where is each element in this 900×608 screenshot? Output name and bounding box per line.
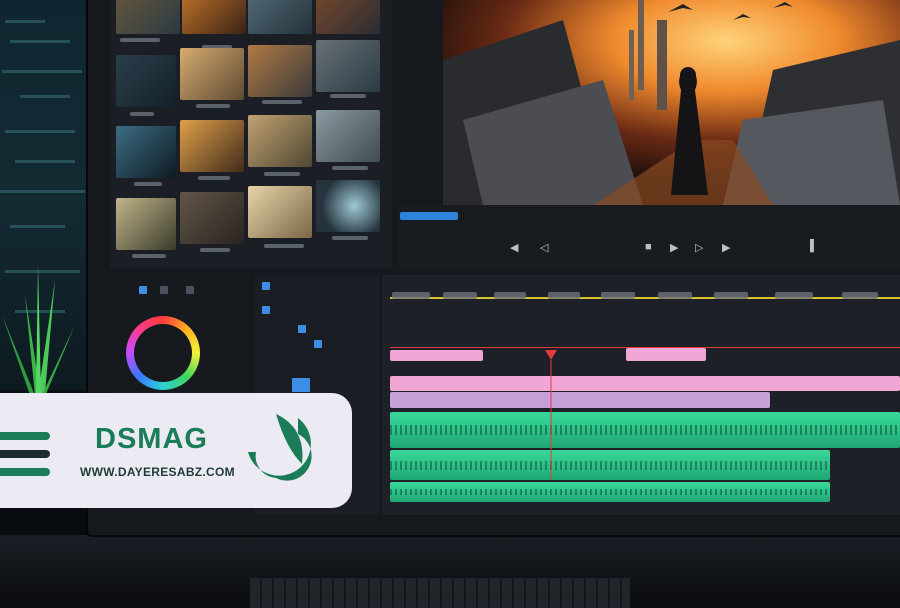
audio-clip[interactable] bbox=[390, 482, 830, 502]
ruler-tick-label bbox=[443, 292, 477, 299]
timecode-selection[interactable] bbox=[400, 212, 458, 220]
thumbnail-label bbox=[132, 254, 166, 258]
color-tool-button[interactable] bbox=[139, 286, 147, 294]
ruler-tick-label bbox=[548, 292, 580, 299]
color-tool-button[interactable] bbox=[186, 286, 194, 294]
preview-frame-image bbox=[443, 0, 900, 205]
skip-forward-icon[interactable]: ▶ bbox=[722, 241, 730, 254]
color-tool-button[interactable] bbox=[160, 286, 168, 294]
ruler-tick-label bbox=[601, 292, 635, 299]
thumbnail-label bbox=[262, 100, 302, 104]
ruler-tick-label bbox=[494, 292, 526, 299]
thumbnail-label bbox=[198, 176, 230, 180]
brand-url: WWW.DAYERESABZ.COM bbox=[80, 465, 235, 479]
media-thumbnail[interactable] bbox=[116, 0, 180, 34]
media-thumbnail[interactable] bbox=[180, 48, 244, 100]
ruler-tick-label bbox=[842, 292, 878, 299]
media-thumbnail[interactable] bbox=[316, 110, 380, 162]
hamburger-menu-icon-bar bbox=[0, 468, 50, 476]
media-thumbnail[interactable] bbox=[248, 45, 312, 97]
step-back-icon[interactable]: ◁ bbox=[540, 241, 548, 254]
hamburger-menu-icon bbox=[0, 432, 50, 440]
ruler-tick-label bbox=[775, 292, 813, 299]
play-icon[interactable]: ▶ bbox=[670, 241, 678, 254]
ruler-tick-label bbox=[658, 292, 692, 299]
media-thumbnail[interactable] bbox=[248, 115, 312, 167]
media-thumbnail[interactable] bbox=[316, 40, 380, 92]
audio-clip[interactable] bbox=[390, 412, 900, 448]
media-thumbnail[interactable] bbox=[316, 180, 380, 232]
media-bin-panel bbox=[110, 0, 392, 268]
media-thumbnail[interactable] bbox=[316, 0, 380, 34]
loop-icon[interactable]: ▌ bbox=[810, 240, 818, 252]
thumbnail-label bbox=[200, 248, 230, 252]
media-thumbnail[interactable] bbox=[182, 0, 246, 34]
thumbnail-label bbox=[332, 166, 368, 170]
thumbnail-label bbox=[130, 112, 154, 116]
thumbnail-label bbox=[264, 244, 304, 248]
playhead[interactable] bbox=[545, 350, 557, 480]
video-clip[interactable] bbox=[626, 348, 706, 361]
media-thumbnail[interactable] bbox=[180, 120, 244, 172]
media-thumbnail[interactable] bbox=[116, 126, 176, 178]
thumbnail-label bbox=[120, 38, 160, 42]
audio-clip[interactable] bbox=[390, 450, 830, 480]
track-header-button[interactable] bbox=[314, 340, 322, 348]
leaf-logo-icon bbox=[248, 414, 312, 481]
program-preview[interactable] bbox=[443, 0, 900, 205]
track-header-button[interactable] bbox=[292, 378, 310, 392]
media-thumbnail[interactable] bbox=[248, 186, 312, 238]
ruler-tick-label bbox=[392, 292, 430, 299]
playback-controls-bar bbox=[398, 205, 900, 270]
ruler-tick-label bbox=[714, 292, 748, 299]
thumbnail-label bbox=[330, 94, 366, 98]
track-header-button[interactable] bbox=[262, 306, 270, 314]
color-wheel[interactable] bbox=[126, 316, 200, 390]
plant-decoration bbox=[2, 265, 75, 395]
thumbnail-label bbox=[264, 172, 300, 176]
media-thumbnail[interactable] bbox=[116, 55, 176, 107]
stop-icon[interactable]: ■ bbox=[645, 241, 652, 253]
thumbnail-label bbox=[196, 104, 230, 108]
track-header-button[interactable] bbox=[298, 325, 306, 333]
brand-title: DSMAG bbox=[95, 423, 208, 455]
video-clip[interactable] bbox=[390, 392, 770, 408]
thumbnail-label bbox=[134, 182, 162, 186]
media-thumbnail[interactable] bbox=[116, 198, 176, 250]
video-clip[interactable] bbox=[390, 376, 900, 391]
video-clip[interactable] bbox=[390, 350, 483, 361]
media-thumbnail[interactable] bbox=[180, 192, 244, 244]
step-forward-icon[interactable]: ▷ bbox=[695, 241, 703, 254]
hamburger-menu-icon-bar bbox=[0, 450, 50, 458]
skip-back-icon[interactable]: ◀ bbox=[510, 241, 518, 254]
media-thumbnail[interactable] bbox=[248, 0, 312, 34]
keyboard bbox=[250, 578, 630, 608]
thumbnail-label bbox=[332, 236, 368, 240]
track-header-button[interactable] bbox=[262, 282, 270, 290]
